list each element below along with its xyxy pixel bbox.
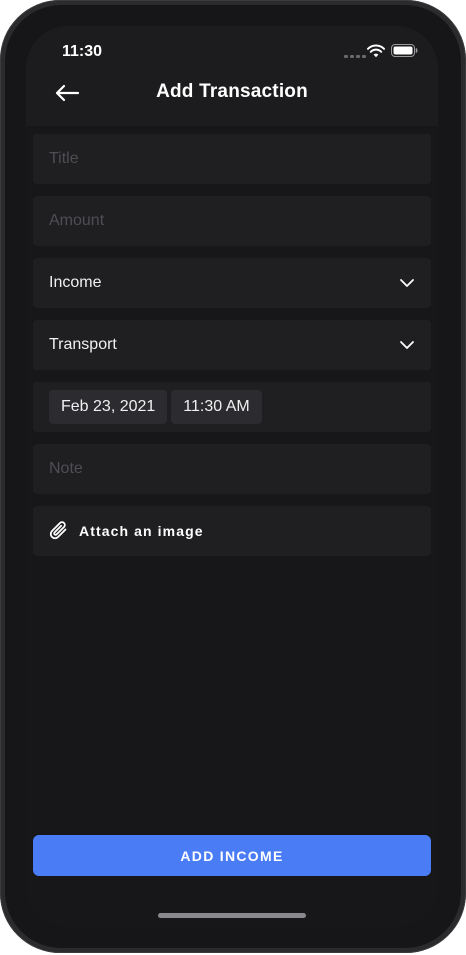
note-field[interactable] xyxy=(33,444,431,494)
signal-icon xyxy=(344,55,366,58)
add-income-button[interactable]: ADD INCOME xyxy=(33,835,431,876)
wifi-icon xyxy=(367,44,385,58)
battery-icon xyxy=(391,44,418,57)
time-picker-button[interactable]: 11:30 AM xyxy=(171,390,262,424)
attach-image-button[interactable]: Attach an image xyxy=(33,506,431,556)
attach-image-label: Attach an image xyxy=(79,523,204,539)
status-time: 11:30 xyxy=(62,43,103,60)
title-input[interactable] xyxy=(49,150,415,168)
category-select[interactable]: Transport xyxy=(33,320,431,370)
app-header: 11:30 Add Transaction xyxy=(26,26,438,126)
amount-field[interactable] xyxy=(33,196,431,246)
home-indicator xyxy=(158,913,306,918)
category-value: Transport xyxy=(49,336,117,353)
phone-frame: 11:30 Add Transaction Title Amount Incom… xyxy=(0,0,466,953)
date-time-row: Feb 23, 2021 11:30 AM xyxy=(33,382,431,432)
chevron-down-icon xyxy=(400,279,414,287)
title-field[interactable] xyxy=(33,134,431,184)
date-picker-button[interactable]: Feb 23, 2021 xyxy=(49,390,168,424)
transaction-type-value: Income xyxy=(49,274,102,291)
chevron-down-icon xyxy=(400,341,414,349)
app-screen: 11:30 Add Transaction Title Amount Incom… xyxy=(26,26,438,927)
transaction-type-select[interactable]: Income xyxy=(33,258,431,308)
amount-input[interactable] xyxy=(49,212,415,230)
note-input[interactable] xyxy=(49,460,415,478)
page-title: Add Transaction xyxy=(156,81,308,102)
paperclip-icon xyxy=(49,521,67,540)
